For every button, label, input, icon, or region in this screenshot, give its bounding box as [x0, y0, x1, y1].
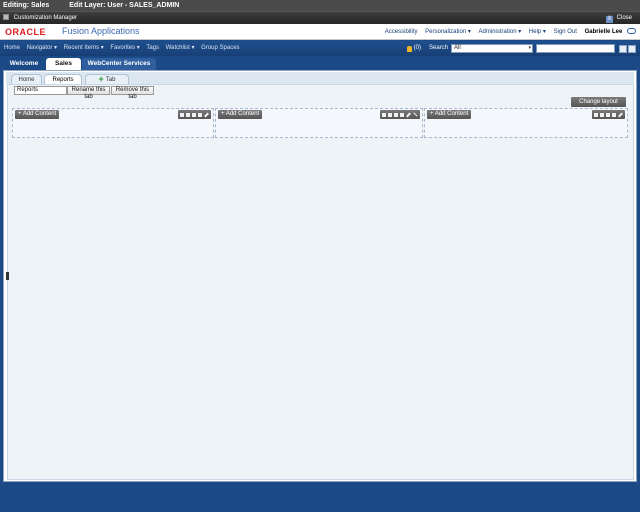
nav-favorites[interactable]: Favorites ▾ — [110, 45, 139, 51]
search-label: Search — [428, 45, 448, 51]
subtab-home[interactable]: Home — [11, 74, 42, 84]
layout-icon[interactable] — [382, 112, 386, 117]
administration-menu[interactable]: Administration ▾ — [479, 29, 522, 35]
tab-sales[interactable]: Sales — [46, 58, 81, 70]
app-title: Fusion Applications — [62, 26, 140, 36]
wrench-icon[interactable] — [204, 112, 209, 117]
wrench-icon[interactable] — [618, 112, 623, 117]
cloud-icon[interactable] — [627, 28, 636, 34]
user-name[interactable]: Gabrielle Lee — [585, 29, 623, 35]
nav-tags[interactable]: Tags — [146, 45, 159, 51]
add-tab-label: Tab — [105, 77, 116, 83]
accessibility-link[interactable]: Accessibility — [385, 29, 418, 35]
rows-icon[interactable] — [192, 112, 196, 117]
plus-icon: + — [98, 74, 104, 84]
sign-out-link[interactable]: Sign Out — [554, 29, 577, 35]
layout-workspace — [7, 84, 634, 480]
editing-status-bar: Editing: Sales Edit Layer: User - SALES_… — [0, 0, 640, 11]
delete-icon[interactable] — [413, 112, 418, 117]
layout-icon[interactable] — [594, 112, 598, 117]
box-toolbar — [592, 110, 625, 119]
nav-group-spaces[interactable]: Group Spaces — [201, 45, 239, 51]
tab-welcome[interactable]: Welcome — [3, 58, 45, 70]
nav-navigator[interactable]: Navigator ▾ — [27, 45, 57, 51]
rows-icon[interactable] — [394, 112, 398, 117]
search-icon[interactable] — [619, 44, 627, 53]
page-tabs: Welcome Sales WebCenter Services — [0, 56, 640, 70]
personalization-menu[interactable]: Personalization ▾ — [425, 29, 471, 35]
nav-watchlist[interactable]: Watchlist ▾ — [166, 45, 195, 51]
add-content-button[interactable]: + Add Content — [427, 110, 472, 119]
columns-icon[interactable] — [388, 112, 392, 117]
nav-home[interactable]: Home — [4, 45, 20, 51]
layout-icon[interactable] — [180, 112, 184, 117]
search-area: (0) Search All ▾ — [406, 41, 636, 56]
rows-icon[interactable] — [606, 112, 610, 117]
remove-tab-button[interactable]: Remove this tab — [111, 86, 154, 100]
notifications-icon[interactable] — [406, 45, 412, 52]
columns-icon[interactable] — [186, 112, 190, 117]
editing-label: Editing: Sales — [3, 2, 50, 9]
customization-manager-title: Customization Manager — [13, 15, 78, 21]
advanced-search-icon[interactable] — [628, 44, 636, 53]
help-menu[interactable]: Help ▾ — [529, 29, 546, 35]
oracle-logo: ORACLE — [5, 27, 46, 37]
split-icon[interactable] — [198, 112, 202, 117]
change-layout-button[interactable]: Change layout — [571, 97, 626, 107]
content-panel: Home Reports + Tab Reports Rename this ta… — [3, 70, 637, 482]
add-content-button[interactable]: + Add Content — [218, 110, 263, 119]
add-content-button[interactable]: + Add Content — [15, 110, 60, 119]
customization-manager-bar: Customization Manager X Close — [0, 11, 640, 24]
tab-webcenter-services[interactable]: WebCenter Services — [82, 58, 156, 70]
add-tab-button[interactable]: + Tab — [85, 74, 129, 84]
customization-manager-icon — [3, 14, 9, 20]
notifications-count[interactable]: (0) — [414, 41, 421, 56]
global-links: Accessibility Personalization ▾ Administ… — [379, 28, 636, 35]
layout-box-3: + Add Content — [424, 108, 628, 138]
chevron-down-icon: ▾ — [528, 45, 531, 51]
nav-recent-items[interactable]: Recent Items ▾ — [64, 45, 104, 51]
split-icon[interactable] — [612, 112, 616, 117]
search-scope-value: All — [454, 45, 461, 51]
layout-box-1: + Add Content — [12, 108, 214, 138]
layout-box-2: + Add Content — [215, 108, 423, 138]
rename-tab-button[interactable]: Rename this tab — [67, 86, 110, 100]
box-toolbar — [380, 110, 420, 119]
tab-name-field[interactable]: Reports — [14, 86, 67, 95]
search-scope-select[interactable]: All ▾ — [451, 44, 533, 53]
subtab-reports[interactable]: Reports — [44, 74, 82, 84]
columns-icon[interactable] — [600, 112, 604, 117]
global-header: ORACLE Fusion Applications Accessibility… — [0, 24, 640, 40]
split-icon[interactable] — [400, 112, 404, 117]
search-input[interactable] — [536, 44, 615, 53]
collapse-handle[interactable] — [6, 272, 9, 280]
close-icon: X — [605, 16, 613, 23]
edit-layer-label: Edit Layer: User - SALES_ADMIN — [69, 2, 180, 9]
subtab-strip: Home Reports + Tab — [6, 72, 634, 84]
close-label: Close — [616, 15, 632, 21]
wrench-icon[interactable] — [406, 112, 411, 117]
navigation-bar: Home Navigator ▾ Recent Items ▾ Favorite… — [0, 41, 640, 56]
box-toolbar — [178, 110, 211, 119]
